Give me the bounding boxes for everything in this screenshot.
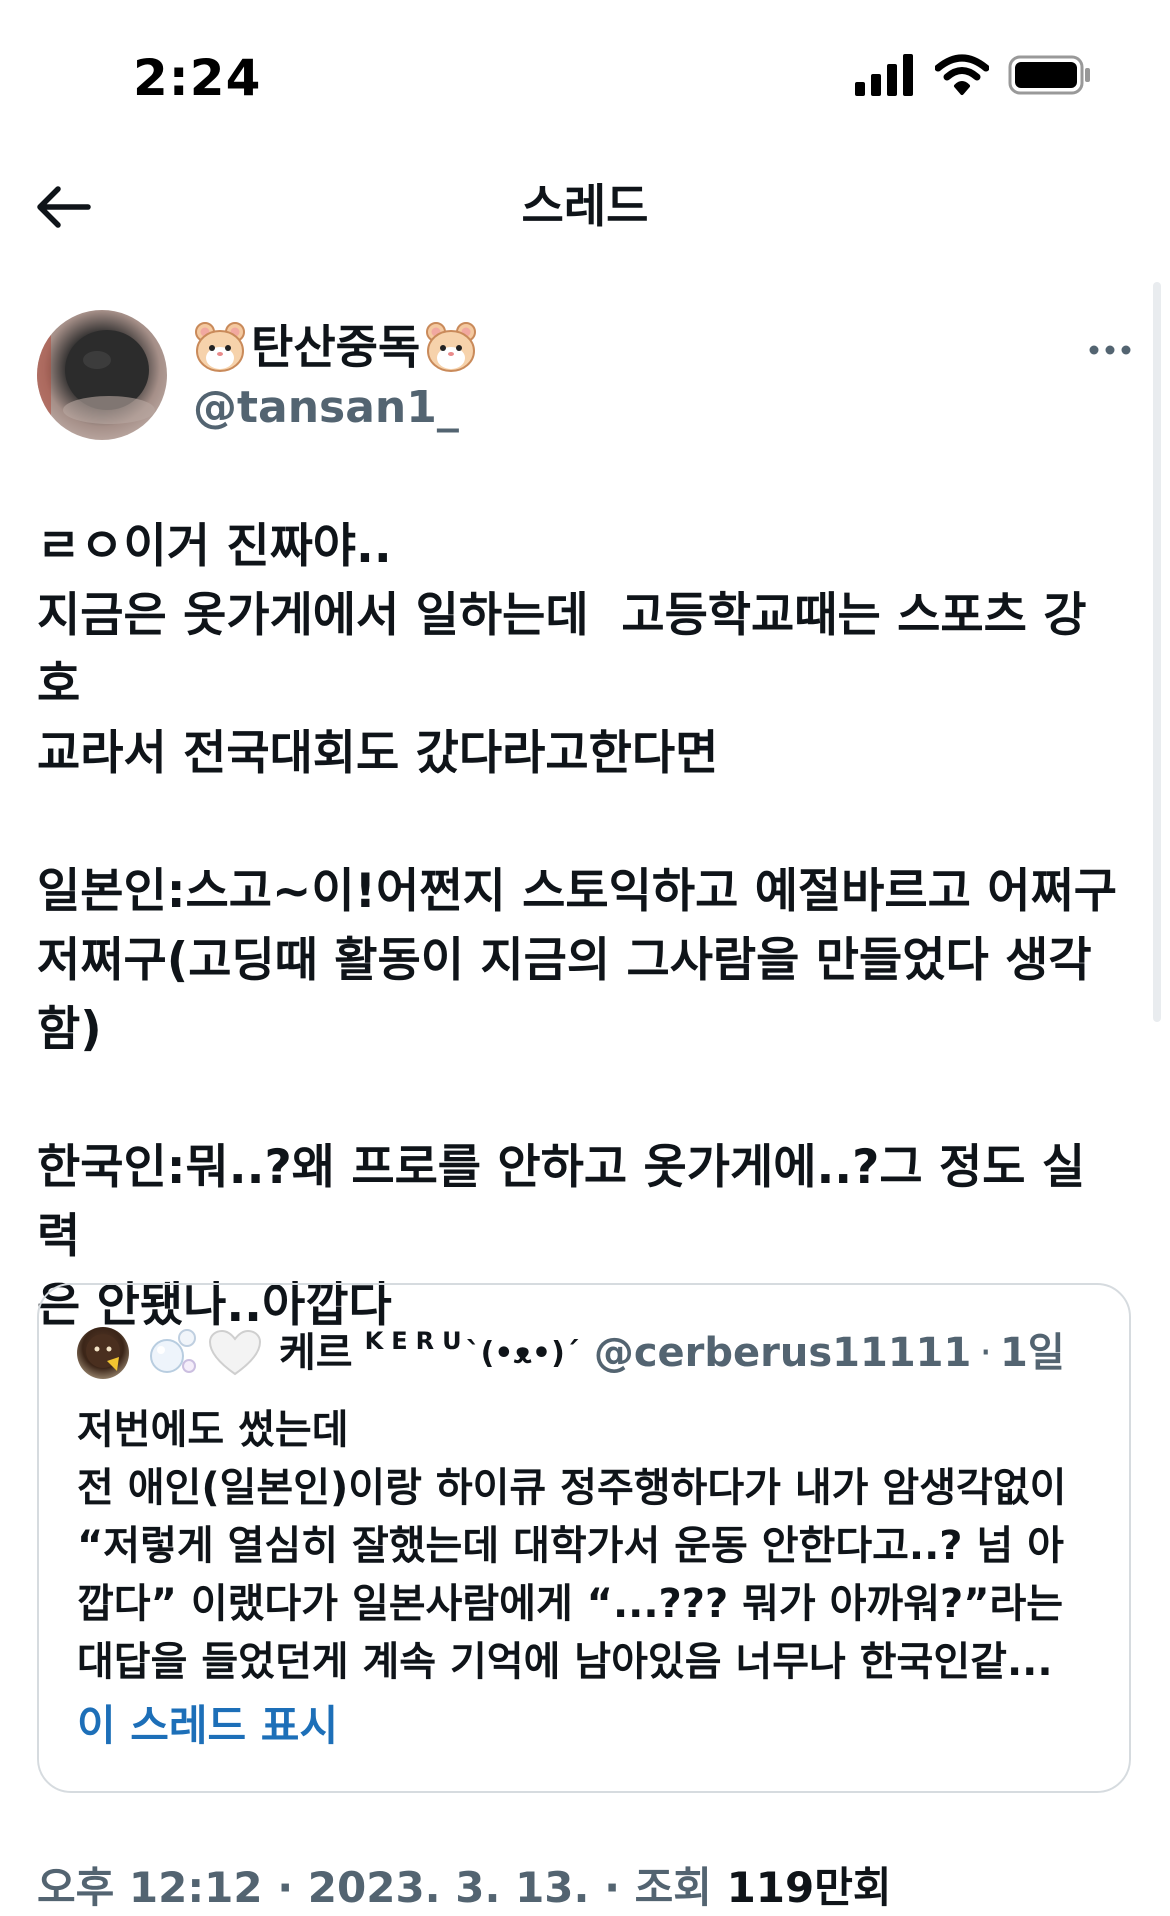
- views-suffix: 만회: [814, 1863, 892, 1912]
- status-time: 2:24: [133, 49, 262, 107]
- cellular-signal-icon: [855, 54, 913, 96]
- tweet-line: 저쩌구(고딩때 활동이 지금의 그사람을 만들었다 생각: [37, 933, 1092, 988]
- tweet-meta: 오후 12:12 · 2023. 3. 13. · 조회 119만회: [37, 1860, 892, 1916]
- quoted-tweet-time: 1일: [1000, 1330, 1065, 1376]
- hamster-icon: [195, 322, 245, 372]
- hamster-icon: [426, 322, 477, 372]
- author-name: 탄산중독: [251, 320, 421, 374]
- hamster-photo: [37, 310, 155, 440]
- quoted-tweet-card[interactable]: 케르 KERU ˋ(•ᴥ•)ˊ @cerberus11111 · 1일 저번에도…: [37, 1283, 1131, 1793]
- separator-dot: ·: [979, 1330, 993, 1376]
- avatar-image: [86, 1334, 120, 1371]
- battery-full-icon: [1008, 55, 1090, 95]
- quoted-line: 깝다” 이랬다가 일본사람에게 “...??? 뭐가 아까워?”라는: [77, 1581, 1064, 1627]
- quoted-author-kaomoji: ˋ(•ᴥ•)ˊ: [465, 1335, 580, 1371]
- quoted-line: 저번에도 썼는데: [77, 1407, 349, 1453]
- thread-header: 스레드: [0, 150, 1170, 260]
- tweet-line: 일본인:스고~이!어쩐지 스토익하고 예절바르고 어쩌구: [37, 864, 1117, 919]
- quoted-line: 대답을 들었던게 계속 기억에 남아있음 너무나 한국인같...: [77, 1639, 1053, 1685]
- tweet-line: 한국인:뭐..?왜 프로를 안하고 옷가게에..?그 정도 실력: [37, 1140, 1086, 1264]
- page-title: 스레드: [521, 179, 649, 233]
- author-handle: @tansan1_: [193, 382, 459, 433]
- bubbles-icon: [150, 1329, 196, 1373]
- tweet-line: 지금은 옷가게에서 일하는데 고등학교때는 스포츠 강호: [37, 588, 1087, 712]
- quoted-line: 전 애인(일본인)이랑 하이큐 정주행하다가 내가 암생각없이: [77, 1465, 1067, 1511]
- views-count[interactable]: 119: [727, 1863, 815, 1912]
- tweet-line: ㄹㅇ이거 진짜야..: [37, 519, 392, 574]
- quoted-tweet-header: 케르 KERU ˋ(•ᴥ•)ˊ @cerberus11111 · 1일: [77, 1323, 1065, 1383]
- wifi-icon: [935, 54, 989, 95]
- quoted-line: “저렇게 열심히 잘했는데 대학가서 운동 안한다고..? 넘 아: [77, 1523, 1064, 1569]
- quoted-author-handle: @cerberus11111: [593, 1330, 972, 1376]
- more-horizontal-icon: [1089, 345, 1131, 355]
- tweet-text: ㄹㅇ이거 진짜야.. 지금은 옷가게에서 일하는데 고등학교때는 스포츠 강호 …: [37, 512, 1127, 1340]
- tweet-line: 교라서 전국대회도 갔다라고한다면: [37, 726, 719, 781]
- author-avatar[interactable]: [37, 310, 167, 440]
- tweet-timestamp: 오후 12:12 · 2023. 3. 13. · 조회: [37, 1863, 727, 1912]
- quoted-author-name-small: KERU: [364, 1327, 470, 1355]
- more-options-button[interactable]: [1080, 330, 1140, 370]
- show-thread-link[interactable]: 이 스레드 표시: [77, 1697, 338, 1755]
- quoted-author-avatar[interactable]: [77, 1327, 129, 1379]
- quoted-author-name: 케르: [279, 1330, 353, 1376]
- white-heart-icon: [208, 1329, 262, 1376]
- quoted-tweet-text: 저번에도 썼는데 전 애인(일본인)이랑 하이큐 정주행하다가 내가 암생각없이…: [77, 1401, 1107, 1691]
- author-info[interactable]: 탄산중독 @tansan1_: [193, 316, 893, 436]
- scrollbar[interactable]: [1153, 282, 1161, 1022]
- tweet-line: 함): [37, 1002, 102, 1057]
- status-bar: 2:24: [0, 0, 1170, 150]
